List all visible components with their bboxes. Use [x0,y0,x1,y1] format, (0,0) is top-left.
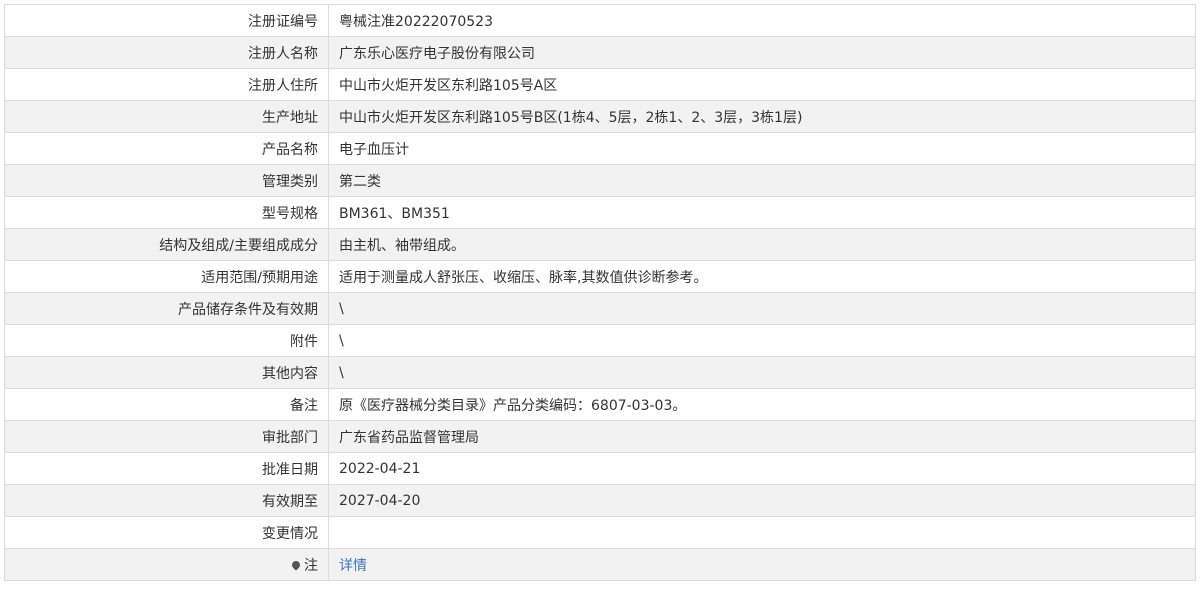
table-row: 结构及组成/主要组成成分 由主机、袖带组成。 [4,228,1196,261]
row-value: 由主机、袖带组成。 [328,228,1196,261]
row-label: 结构及组成/主要组成成分 [4,228,329,261]
row-label: 产品名称 [4,132,329,165]
row-value [328,516,1196,549]
table-row: 产品储存条件及有效期 \ [4,292,1196,325]
row-value: 广东乐心医疗电子股份有限公司 [328,36,1196,69]
note-label-cell: 注 [4,548,329,581]
table-row: 其他内容 \ [4,356,1196,389]
table-row: 注册人住所 中山市火炬开发区东利路105号A区 [4,68,1196,101]
table-row: 管理类别 第二类 [4,164,1196,197]
table-row: 有效期至 2027-04-20 [4,484,1196,517]
row-value: 中山市火炬开发区东利路105号A区 [328,68,1196,101]
row-label: 适用范围/预期用途 [4,260,329,293]
table-row: 适用范围/预期用途 适用于测量成人舒张压、收缩压、脉率,其数值供诊断参考。 [4,260,1196,293]
table-row: 变更情况 [4,516,1196,549]
row-value: 2027-04-20 [328,484,1196,517]
detail-table: 注册证编号 粤械注准20222070523 注册人名称 广东乐心医疗电子股份有限… [4,4,1196,581]
table-row: 生产地址 中山市火炬开发区东利路105号B区(1栋4、5层，2栋1、2、3层，3… [4,100,1196,133]
row-value: 电子血压计 [328,132,1196,165]
row-label: 生产地址 [4,100,329,133]
table-row: 审批部门 广东省药品监督管理局 [4,420,1196,453]
row-value: BM361、BM351 [328,196,1196,229]
row-label: 变更情况 [4,516,329,549]
details-link[interactable]: 详情 [339,558,367,574]
row-value: \ [328,356,1196,389]
row-value: 第二类 [328,164,1196,197]
table-row: 型号规格 BM361、BM351 [4,196,1196,229]
row-label: 产品储存条件及有效期 [4,292,329,325]
row-value: 适用于测量成人舒张压、收缩压、脉率,其数值供诊断参考。 [328,260,1196,293]
row-label: 管理类别 [4,164,329,197]
note-value-cell: 详情 [328,548,1196,581]
row-label: 其他内容 [4,356,329,389]
note-label: 注 [304,557,318,574]
row-label: 有效期至 [4,484,329,517]
row-label: 注册证编号 [4,4,329,37]
row-value: 原《医疗器械分类目录》产品分类编码：6807-03-03。 [328,388,1196,421]
table-row: 附件 \ [4,324,1196,357]
row-value: 粤械注准20222070523 [328,4,1196,37]
note-row: 注 详情 [4,548,1196,581]
row-value: 广东省药品监督管理局 [328,420,1196,453]
row-value: \ [328,292,1196,325]
row-label: 批准日期 [4,452,329,485]
row-label: 附件 [4,324,329,357]
row-value: \ [328,324,1196,357]
row-value: 2022-04-21 [328,452,1196,485]
row-label: 备注 [4,388,329,421]
row-label: 注册人名称 [4,36,329,69]
pin-icon [290,558,302,571]
row-label: 型号规格 [4,196,329,229]
row-label: 注册人住所 [4,68,329,101]
row-label: 审批部门 [4,420,329,453]
table-row: 批准日期 2022-04-21 [4,452,1196,485]
table-row: 注册证编号 粤械注准20222070523 [4,4,1196,37]
table-row: 注册人名称 广东乐心医疗电子股份有限公司 [4,36,1196,69]
table-row: 备注 原《医疗器械分类目录》产品分类编码：6807-03-03。 [4,388,1196,421]
row-value: 中山市火炬开发区东利路105号B区(1栋4、5层，2栋1、2、3层，3栋1层) [328,100,1196,133]
table-row: 产品名称 电子血压计 [4,132,1196,165]
